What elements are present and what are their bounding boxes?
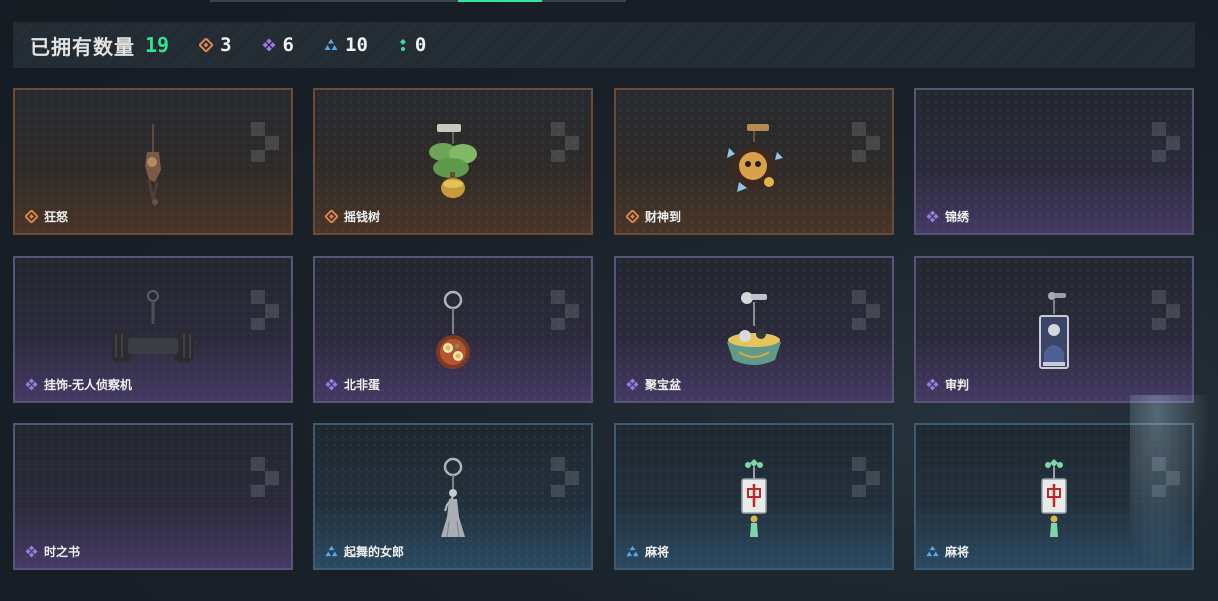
charm-card-mahjong-2[interactable]: 麻将 xyxy=(914,423,1194,570)
charm-name-row: 财神到 xyxy=(626,208,681,225)
corner-decoration xyxy=(547,457,581,499)
charm-name-row: 摇钱树 xyxy=(325,208,380,225)
corner-decoration xyxy=(848,122,882,164)
dancing-lady-charm-icon xyxy=(435,457,471,546)
orange-diamond-rarity-icon xyxy=(199,38,214,52)
purple-diamond-rarity-icon xyxy=(25,545,38,558)
charm-card-rage[interactable]: 狂怒 xyxy=(13,88,293,235)
charm-name-row: 北非蛋 xyxy=(325,376,380,393)
rarity-count-gold-value: 3 xyxy=(220,34,232,56)
god-of-wealth-charm-icon xyxy=(721,124,787,205)
rarity-count-green-value: 0 xyxy=(414,34,427,56)
corner-decoration xyxy=(247,290,281,332)
charm-name-row: 狂怒 xyxy=(25,208,68,225)
purple-diamond-rarity-icon xyxy=(926,210,939,223)
orange-diamond-rarity-icon xyxy=(25,210,38,223)
purple-diamond-rarity-icon xyxy=(25,378,38,391)
treasure-bowl-charm-icon xyxy=(721,290,787,377)
corner-decoration xyxy=(547,122,581,164)
owned-count-total: 19 xyxy=(145,33,170,57)
corner-decoration xyxy=(848,290,882,332)
charm-name: 麻将 xyxy=(945,545,970,559)
charm-card-dancing-lady[interactable]: 起舞的女郎 xyxy=(313,423,593,570)
corner-decoration xyxy=(848,457,882,499)
charm-card-treasure-bowl[interactable]: 聚宝盆 xyxy=(614,256,894,403)
orange-diamond-rarity-icon xyxy=(626,210,639,223)
judgement-card-charm-icon xyxy=(1034,290,1074,377)
charm-name-row: 时之书 xyxy=(25,543,80,560)
charm-name: 狂怒 xyxy=(44,210,69,224)
blue-triangle-rarity-icon xyxy=(626,545,639,557)
rarity-count-green: 0 xyxy=(398,34,426,56)
owned-count-label: 已拥有数量 xyxy=(30,36,135,59)
money-tree-charm-icon xyxy=(423,124,483,209)
purple-diamond-rarity-icon xyxy=(926,378,939,391)
purple-diamond-rarity-icon xyxy=(262,38,276,52)
mahjong-tile-charm-icon xyxy=(1036,457,1072,546)
purple-diamond-rarity-icon xyxy=(325,378,338,391)
charm-name-row: 麻将 xyxy=(626,543,669,560)
charm-card-shakshuka[interactable]: 北非蛋 xyxy=(313,256,593,403)
active-tab-indicator xyxy=(458,0,542,2)
mahjong-tile-charm-icon xyxy=(736,457,772,546)
drone-charm-icon xyxy=(108,290,198,373)
shakshuka-charm-icon xyxy=(431,290,475,377)
charm-name: 聚宝盆 xyxy=(645,378,682,392)
charm-card-judgement[interactable]: 审判 xyxy=(914,256,1194,403)
ownership-summary-bar: 已拥有数量 19 3 6 10 0 xyxy=(13,22,1195,68)
charm-name: 时之书 xyxy=(44,545,81,559)
rarity-count-blue-value: 10 xyxy=(345,34,368,56)
blue-triangle-rarity-icon xyxy=(325,545,338,557)
purple-diamond-rarity-icon xyxy=(626,378,639,391)
charm-card-drone[interactable]: 挂饰-无人侦察机 xyxy=(13,256,293,403)
rarity-count-purple: 6 xyxy=(262,34,294,56)
charm-name: 财神到 xyxy=(645,210,682,224)
charm-name: 摇钱树 xyxy=(344,210,381,224)
blue-triangle-rarity-icon xyxy=(324,38,338,52)
rarity-count-purple-value: 6 xyxy=(282,34,294,56)
charm-card-god-of-wealth[interactable]: 财神到 xyxy=(614,88,894,235)
rarity-count-gold: 3 xyxy=(199,34,232,56)
charm-name: 北非蛋 xyxy=(344,378,381,392)
charm-name: 麻将 xyxy=(645,545,670,559)
charm-name: 挂饰-无人侦察机 xyxy=(44,378,132,392)
rarity-count-blue: 10 xyxy=(324,34,368,56)
corner-decoration xyxy=(247,457,281,499)
corner-decoration xyxy=(1148,122,1182,164)
blue-triangle-rarity-icon xyxy=(926,545,939,557)
charm-name-row: 挂饰-无人侦察机 xyxy=(25,376,132,393)
orange-diamond-rarity-icon xyxy=(325,210,338,223)
top-tab-strip xyxy=(210,0,626,2)
charm-name: 审判 xyxy=(945,378,970,392)
corner-decoration xyxy=(247,122,281,164)
charm-name-row: 麻将 xyxy=(926,543,969,560)
corner-decoration xyxy=(1148,290,1182,332)
rage-charm-icon xyxy=(133,122,173,217)
charm-name: 起舞的女郎 xyxy=(344,545,405,559)
charm-card-book-of-time[interactable]: 时之书 xyxy=(13,423,293,570)
charm-name-row: 审判 xyxy=(926,376,969,393)
green-dots-rarity-icon xyxy=(398,38,408,52)
charm-card-brocade[interactable]: 锦绣 xyxy=(914,88,1194,235)
charm-name-row: 起舞的女郎 xyxy=(325,543,404,560)
charm-card-mahjong-1[interactable]: 麻将 xyxy=(614,423,894,570)
charm-name-row: 锦绣 xyxy=(926,208,969,225)
corner-decoration xyxy=(1148,457,1182,499)
charm-card-money-tree[interactable]: 摇钱树 xyxy=(313,88,593,235)
charm-name-row: 聚宝盆 xyxy=(626,376,681,393)
charm-name: 锦绣 xyxy=(945,210,970,224)
corner-decoration xyxy=(547,290,581,332)
